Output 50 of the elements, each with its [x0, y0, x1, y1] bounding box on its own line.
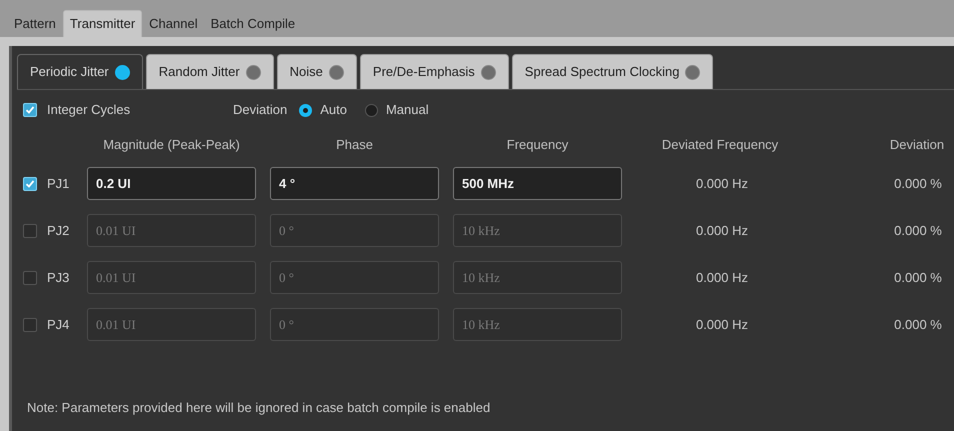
tab[interactable]: Batch Compile	[204, 10, 302, 37]
radio-button[interactable]	[364, 104, 378, 116]
input-field[interactable]: 0.01 UI	[87, 261, 256, 294]
row-label: PJ2	[47, 222, 70, 240]
column-header: Deviated Frequency	[660, 136, 780, 154]
radio-label: Auto	[320, 101, 347, 120]
tab[interactable]: Noise	[276, 54, 357, 89]
input-field[interactable]: 500 MHz	[453, 167, 622, 200]
table-cell-text: 0.000 %	[893, 316, 943, 334]
checkbox-label: Integer Cycles	[47, 101, 130, 120]
note-text: Note: Parameters provided here will be ignored in case batch compile is enabled	[27, 398, 490, 417]
tab[interactable]: Spread Spectrum Clocking	[512, 54, 714, 89]
input-field[interactable]: 0 °	[270, 308, 439, 341]
tab[interactable]: Pre/De-Emphasis	[360, 54, 509, 89]
input-field[interactable]: 10 kHz	[453, 261, 622, 294]
table-cell-text: 0.000 %	[893, 174, 943, 193]
row-label: PJ4	[47, 316, 70, 334]
table-cell-text: 0.000 %	[893, 268, 943, 287]
input-field[interactable]: 0 °	[270, 214, 439, 247]
table-cell-text: 0.000 Hz	[694, 316, 750, 334]
checkbox[interactable]	[23, 318, 37, 332]
tab[interactable]: Transmitter	[62, 10, 142, 37]
column-header: Magnitude (Peak-Peak)	[102, 136, 241, 154]
column-header: Frequency	[506, 136, 570, 154]
table-cell-text: 0.000 Hz	[694, 268, 750, 287]
table-cell-text: 0.000 %	[893, 222, 943, 240]
column-header: Deviation	[888, 136, 946, 154]
radio-button[interactable]	[299, 104, 312, 116]
radio-label: Manual	[386, 101, 429, 120]
input-field[interactable]: 0 °	[270, 261, 439, 294]
checkbox[interactable]	[23, 224, 37, 238]
input-field[interactable]: 4 °	[270, 167, 439, 200]
row-label: PJ1	[47, 174, 70, 193]
table-cell-text: 0.000 Hz	[694, 174, 750, 193]
tab[interactable]: Pattern	[8, 10, 62, 37]
input-field[interactable]: 10 kHz	[453, 214, 622, 247]
column-header: Phase	[335, 136, 374, 154]
input-field[interactable]: 0.01 UI	[87, 214, 256, 247]
tab[interactable]: Random Jitter	[146, 54, 274, 89]
input-field[interactable]: 0.01 UI	[87, 308, 256, 341]
tab[interactable]: Channel	[143, 10, 204, 37]
row-label: PJ3	[47, 268, 70, 287]
tab[interactable]: Periodic Jitter	[17, 54, 143, 89]
checkbox[interactable]	[23, 270, 37, 284]
input-field[interactable]: 0.2 UI	[87, 167, 256, 200]
check-icon	[25, 178, 35, 188]
deviation-label: Deviation	[233, 101, 288, 120]
check-icon	[25, 105, 35, 115]
input-field[interactable]: 10 kHz	[453, 308, 622, 341]
table-cell-text: 0.000 Hz	[694, 222, 750, 240]
